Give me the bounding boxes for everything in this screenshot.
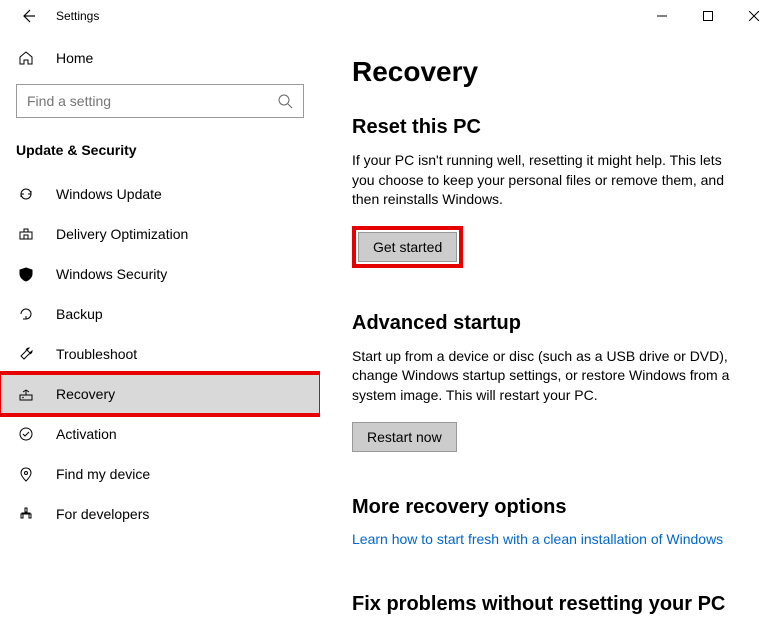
close-icon (749, 11, 759, 21)
sidebar-item-label: Activation (56, 426, 117, 442)
minimize-icon (657, 11, 667, 21)
sidebar-item-find-my-device[interactable]: Find my device (0, 454, 320, 494)
category-header: Update & Security (0, 134, 320, 174)
reset-section: Reset this PC If your PC isn't running w… (352, 116, 745, 268)
advanced-section: Advanced startup Start up from a device … (352, 312, 745, 452)
titlebar: Settings (0, 0, 777, 32)
sidebar: Home Update & Security Windows Update De… (0, 32, 320, 634)
sidebar-item-troubleshoot[interactable]: Troubleshoot (0, 334, 320, 374)
search-icon (277, 93, 293, 109)
sidebar-item-delivery-optimization[interactable]: Delivery Optimization (0, 214, 320, 254)
sidebar-item-label: Troubleshoot (56, 346, 137, 362)
arrow-left-icon (20, 8, 36, 24)
sidebar-item-label: Windows Security (56, 266, 167, 282)
advanced-heading: Advanced startup (352, 312, 745, 335)
more-section: More recovery options Learn how to start… (352, 496, 745, 549)
back-button[interactable] (12, 0, 44, 32)
restart-now-button[interactable]: Restart now (352, 422, 457, 452)
more-heading: More recovery options (352, 496, 745, 519)
backup-icon (16, 306, 36, 322)
sidebar-item-label: Delivery Optimization (56, 226, 188, 242)
home-label: Home (56, 50, 93, 66)
maximize-icon (703, 11, 713, 21)
recovery-icon (16, 386, 36, 402)
sidebar-item-label: For developers (56, 506, 149, 522)
nav-list: Windows Update Delivery Optimization Win… (0, 174, 320, 534)
delivery-icon (16, 226, 36, 242)
location-icon (16, 466, 36, 482)
fresh-install-link[interactable]: Learn how to start fresh with a clean in… (352, 531, 723, 547)
shield-icon (16, 266, 36, 282)
close-button[interactable] (731, 0, 777, 32)
developers-icon (16, 506, 36, 522)
window-title: Settings (56, 9, 99, 23)
sidebar-item-windows-security[interactable]: Windows Security (0, 254, 320, 294)
reset-text: If your PC isn't running well, resetting… (352, 151, 745, 210)
sidebar-item-activation[interactable]: Activation (0, 414, 320, 454)
sidebar-item-windows-update[interactable]: Windows Update (0, 174, 320, 214)
highlight-annotation: Get started (352, 226, 463, 268)
sidebar-item-recovery[interactable]: Recovery (0, 374, 320, 414)
sidebar-item-label: Backup (56, 306, 103, 322)
main-content: Recovery Reset this PC If your PC isn't … (320, 32, 777, 634)
fix-section: Fix problems without resetting your PC (352, 593, 745, 616)
sidebar-item-for-developers[interactable]: For developers (0, 494, 320, 534)
home-button[interactable]: Home (0, 40, 320, 76)
activation-icon (16, 426, 36, 442)
maximize-button[interactable] (685, 0, 731, 32)
search-box[interactable] (16, 84, 304, 118)
sidebar-item-label: Windows Update (56, 186, 162, 202)
sync-icon (16, 186, 36, 202)
get-started-button[interactable]: Get started (358, 232, 457, 262)
home-icon (16, 50, 36, 66)
advanced-text: Start up from a device or disc (such as … (352, 347, 745, 406)
fix-heading: Fix problems without resetting your PC (352, 593, 745, 616)
sidebar-item-backup[interactable]: Backup (0, 294, 320, 334)
wrench-icon (16, 346, 36, 362)
sidebar-item-label: Recovery (56, 386, 115, 402)
highlight-annotation (0, 371, 320, 417)
page-title: Recovery (352, 56, 745, 88)
reset-heading: Reset this PC (352, 116, 745, 139)
search-input[interactable] (27, 93, 277, 109)
sidebar-item-label: Find my device (56, 466, 150, 482)
minimize-button[interactable] (639, 0, 685, 32)
